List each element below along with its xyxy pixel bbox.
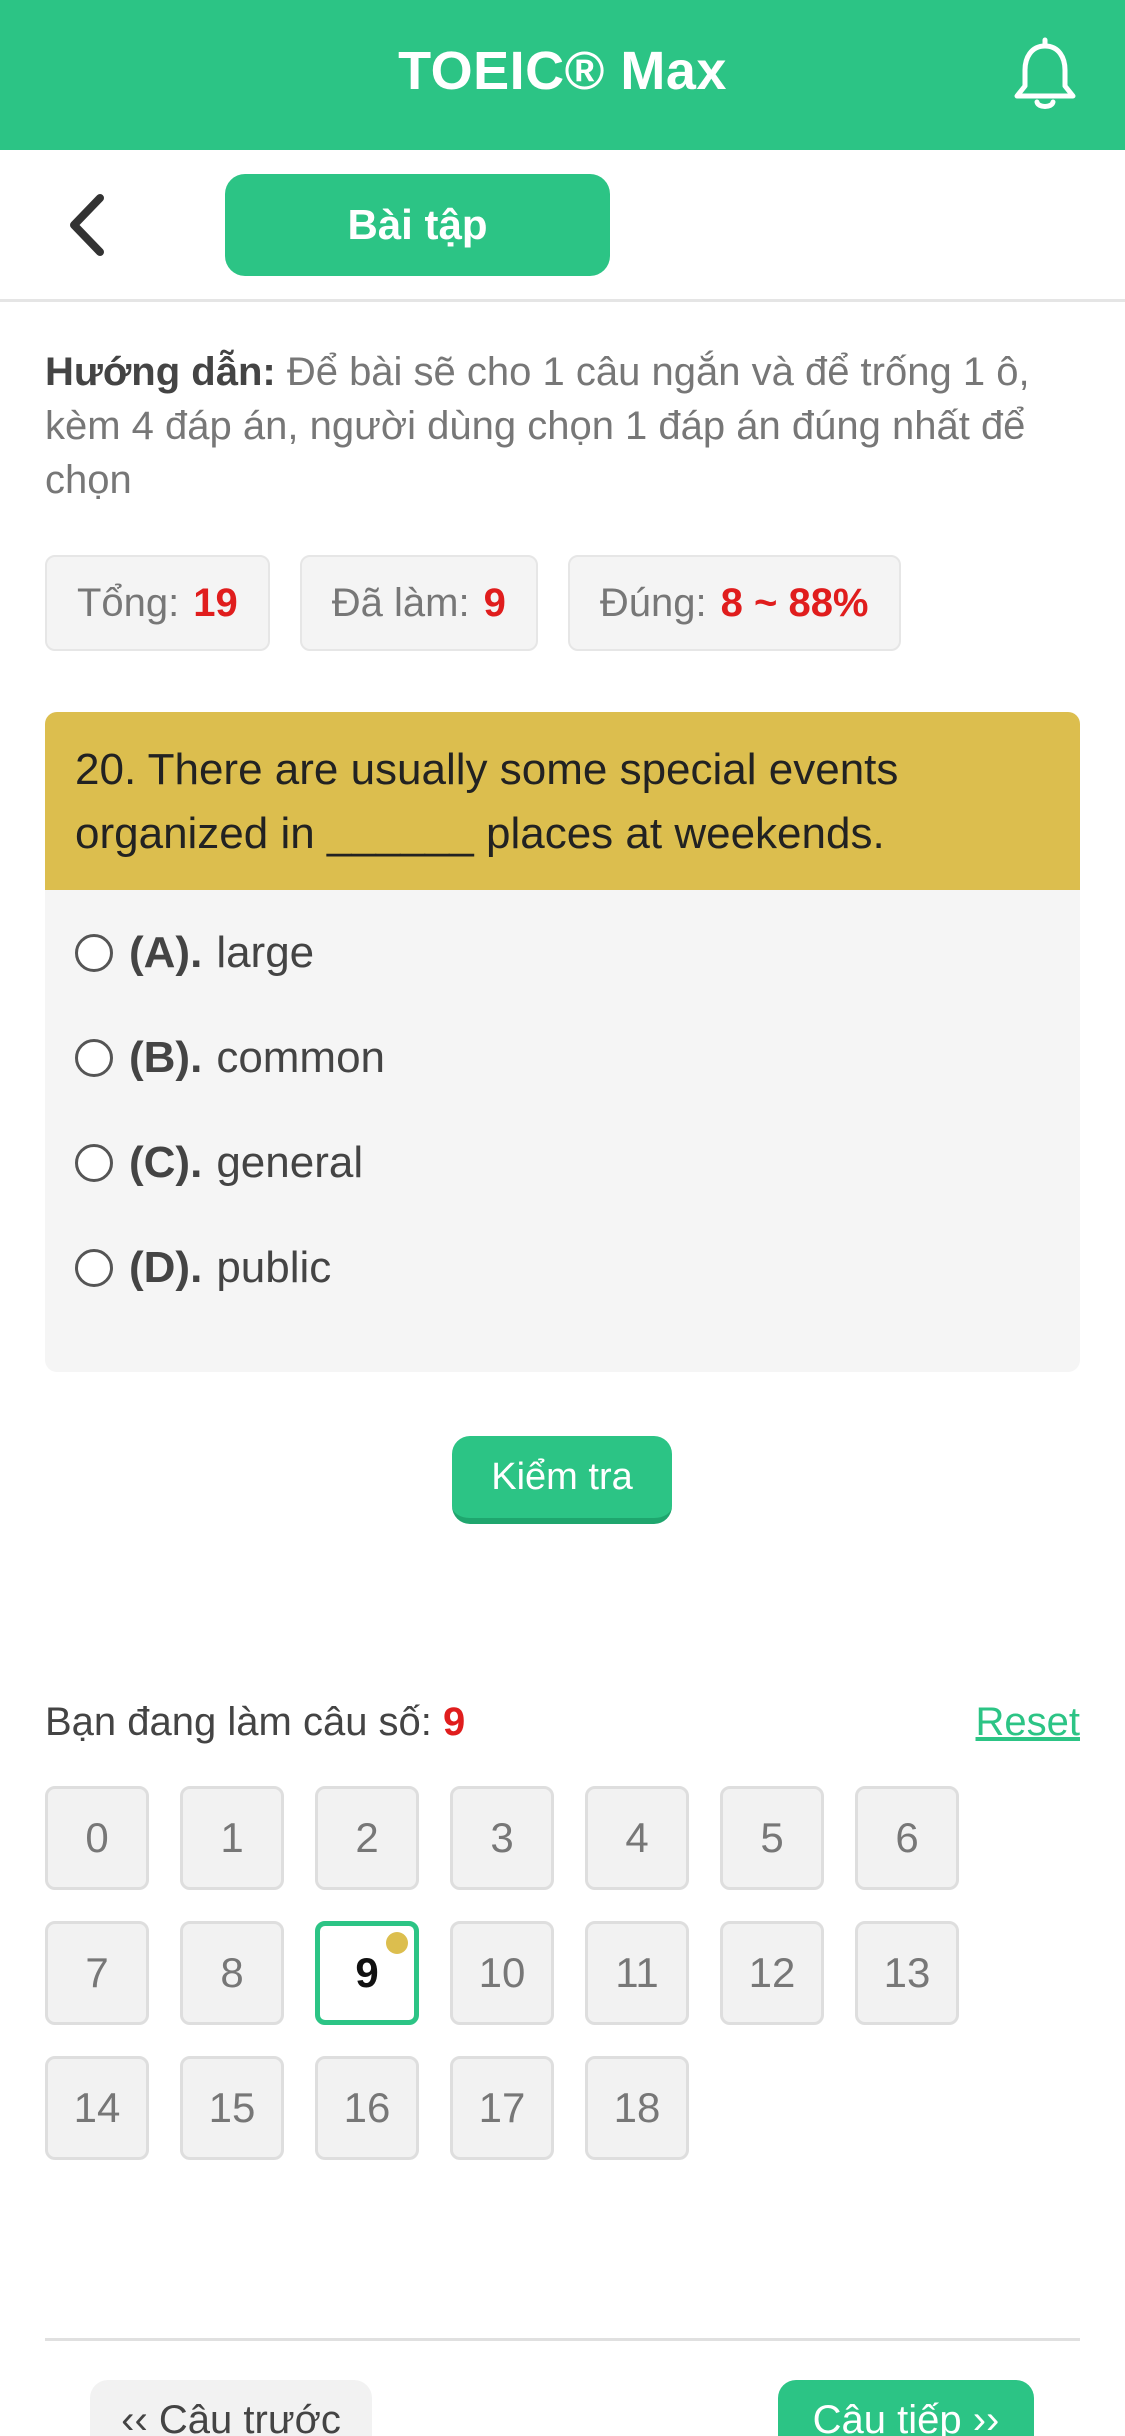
stat-done-label: Đã làm:: [331, 580, 470, 625]
app-header: TOEIC® Max: [0, 0, 1125, 150]
option-c[interactable]: (C). general: [75, 1138, 363, 1188]
question-number-13[interactable]: 13: [855, 1921, 959, 2025]
option-letter: (C).: [129, 1138, 203, 1187]
option-text: common: [216, 1033, 386, 1082]
question-number-6[interactable]: 6: [855, 1786, 959, 1890]
option-letter: (B).: [129, 1033, 203, 1082]
radio-button[interactable]: [75, 934, 113, 972]
stat-total-label: Tổng:: [77, 580, 180, 625]
option-text: public: [216, 1243, 332, 1292]
stat-total-value: 19: [193, 580, 238, 625]
stat-total: Tổng: 19: [45, 555, 270, 651]
chevron-left-icon[interactable]: [58, 190, 118, 260]
stat-correct-value: 8 ~ 88%: [720, 580, 869, 625]
radio-button[interactable]: [75, 1144, 113, 1182]
question-number-2[interactable]: 2: [315, 1786, 419, 1890]
stat-done-value: 9: [483, 580, 506, 625]
question-number-12[interactable]: 12: [720, 1921, 824, 2025]
question-number-18[interactable]: 18: [585, 2056, 689, 2160]
question-card: 20. There are usually some special event…: [45, 712, 1080, 1372]
radio-button[interactable]: [75, 1249, 113, 1287]
current-marker-dot: [386, 1932, 408, 1954]
stat-done: Đã làm: 9: [299, 555, 538, 651]
progress-label: Bạn đang làm câu số:: [45, 1700, 444, 1744]
option-text: general: [216, 1138, 364, 1187]
option-text: large: [216, 928, 315, 977]
instructions: Hướng dẫn: Để bài sẽ cho 1 câu ngắn và đ…: [45, 345, 1085, 507]
question-number-9[interactable]: 9: [315, 1921, 419, 2025]
check-button[interactable]: Kiểm tra: [452, 1436, 672, 1524]
option-b[interactable]: (B). common: [75, 1033, 385, 1083]
question-number-11[interactable]: 11: [585, 1921, 689, 2025]
question-number-3[interactable]: 3: [450, 1786, 554, 1890]
option-d[interactable]: (D). public: [75, 1243, 331, 1293]
stat-correct-label: Đúng:: [599, 580, 707, 625]
question-number-17[interactable]: 17: [450, 2056, 554, 2160]
question-number-16[interactable]: 16: [315, 2056, 419, 2160]
instructions-label: Hướng dẫn:: [45, 350, 276, 394]
sub-header: Bài tập: [0, 150, 1125, 302]
app-title: TOEIC® Max: [398, 41, 727, 101]
question-number-5[interactable]: 5: [720, 1786, 824, 1890]
bell-icon[interactable]: [1005, 36, 1085, 116]
question-number-10[interactable]: 10: [450, 1921, 554, 2025]
progress-current: 9: [443, 1700, 466, 1744]
next-question-button[interactable]: Câu tiếp ››: [778, 2380, 1034, 2436]
option-letter: (A).: [129, 928, 203, 977]
prev-question-button[interactable]: ‹‹ Câu trước: [90, 2380, 372, 2436]
question-text: 20. There are usually some special event…: [45, 712, 1080, 890]
progress-line: Bạn đang làm câu số: 9 Reset: [45, 1700, 1080, 1760]
question-number-14[interactable]: 14: [45, 2056, 149, 2160]
stats-row: Tổng: 19 Đã làm: 9 Đúng: 8 ~ 88%: [45, 555, 901, 651]
question-number-15[interactable]: 15: [180, 2056, 284, 2160]
question-number-8[interactable]: 8: [180, 1921, 284, 2025]
option-a[interactable]: (A). large: [75, 928, 314, 978]
tab-exercises[interactable]: Bài tập: [225, 174, 610, 276]
question-number-4[interactable]: 4: [585, 1786, 689, 1890]
question-number-1[interactable]: 1: [180, 1786, 284, 1890]
radio-button[interactable]: [75, 1039, 113, 1077]
divider: [45, 2338, 1080, 2341]
question-number-0[interactable]: 0: [45, 1786, 149, 1890]
option-letter: (D).: [129, 1243, 203, 1292]
reset-link[interactable]: Reset: [976, 1700, 1081, 1745]
stat-correct: Đúng: 8 ~ 88%: [567, 555, 901, 651]
question-number-7[interactable]: 7: [45, 1921, 149, 2025]
